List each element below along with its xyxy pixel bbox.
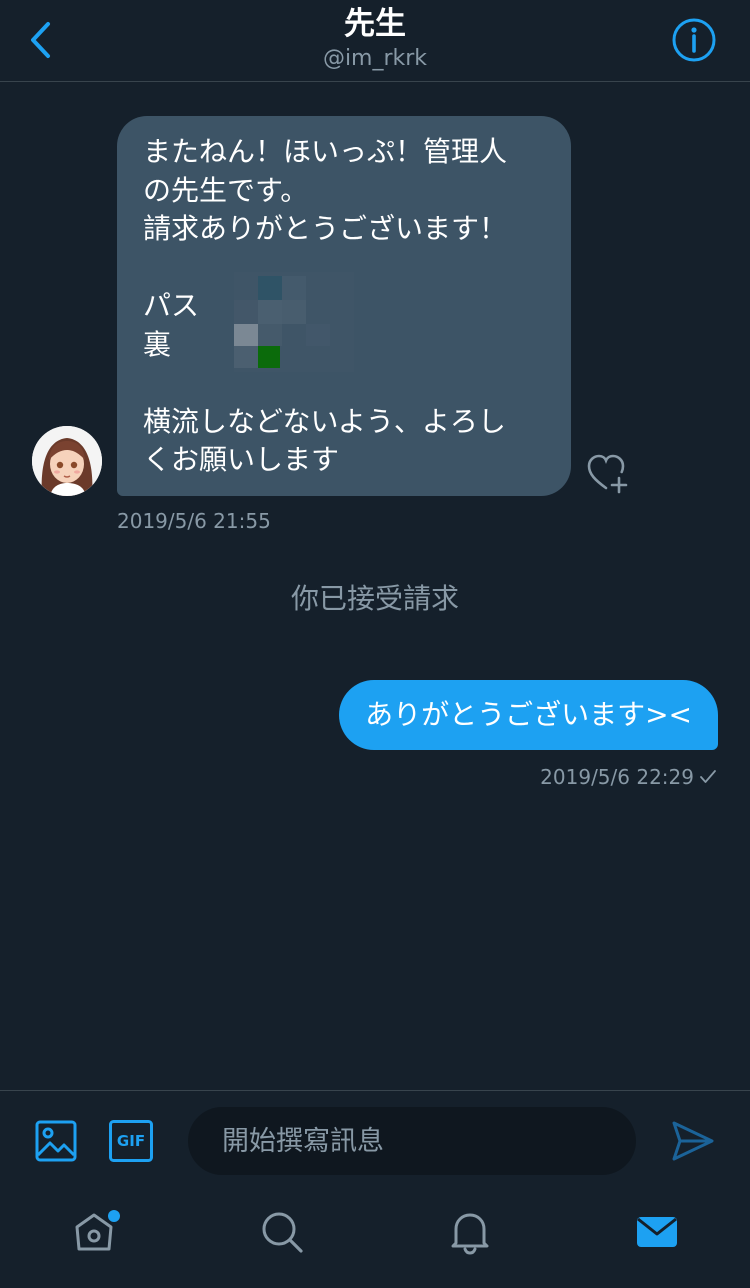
- outgoing-message-bubble[interactable]: ありがとうございます><: [339, 680, 718, 750]
- tab-messages[interactable]: [627, 1204, 687, 1260]
- request-accepted-note: 你已接受請求: [290, 582, 459, 615]
- notifications-icon: [451, 1213, 489, 1255]
- info-icon: [672, 18, 716, 62]
- send-button[interactable]: [670, 1119, 716, 1163]
- gif-button[interactable]: GIF: [108, 1119, 154, 1163]
- message-composer: GIF: [0, 1090, 750, 1190]
- tab-notifications[interactable]: [440, 1204, 500, 1260]
- message-line: の先生です。: [143, 173, 309, 207]
- media-button[interactable]: [34, 1119, 78, 1163]
- sender-avatar[interactable]: [32, 426, 102, 496]
- gif-label: GIF: [116, 1132, 146, 1150]
- messages-icon: [637, 1217, 677, 1247]
- check-icon: [700, 770, 716, 783]
- incoming-timestamp: 2019/5/6 21:55: [117, 509, 271, 533]
- tab-search[interactable]: [252, 1204, 312, 1260]
- conversation-handle: @im_rkrk: [322, 46, 428, 71]
- tab-bar: [0, 1190, 750, 1288]
- new-content-dot: [108, 1210, 120, 1222]
- message-input[interactable]: [188, 1107, 636, 1175]
- message-line: またねん！ほいっぷ！管理人: [143, 135, 508, 168]
- avatar-image: [32, 426, 102, 496]
- heart-plus-icon: [587, 454, 628, 494]
- like-message-button[interactable]: [585, 452, 635, 494]
- send-icon: [672, 1121, 714, 1161]
- message-line: 横流しなどないよう、よろし: [143, 404, 506, 438]
- outgoing-timestamp: 2019/5/6 22:29: [540, 765, 694, 789]
- message-line: くお願いします: [143, 443, 340, 476]
- conversation-header: 先生 @im_rkrk: [0, 0, 750, 82]
- outgoing-meta: 2019/5/6 22:29: [540, 764, 716, 790]
- tab-home[interactable]: [64, 1204, 124, 1260]
- conversation-title: 先生: [344, 6, 406, 42]
- search-icon: [262, 1212, 303, 1253]
- info-button[interactable]: [670, 16, 718, 64]
- image-icon: [35, 1120, 77, 1162]
- message-line: 請求ありがとうございます！: [143, 212, 508, 245]
- censored-pixelated-area: [234, 272, 354, 372]
